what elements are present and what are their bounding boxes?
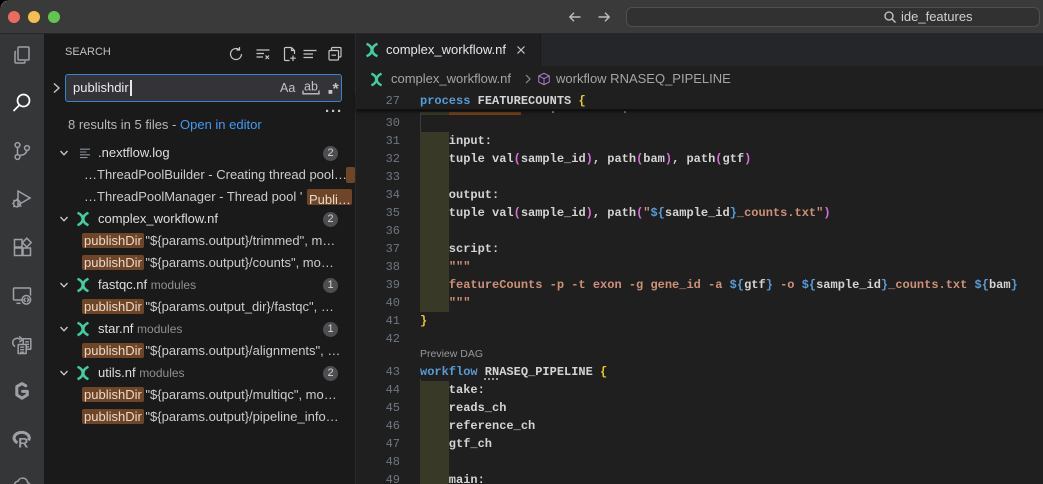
- svg-text:ab: ab: [304, 80, 318, 94]
- svg-text:*: *: [333, 81, 340, 97]
- svg-text:R: R: [18, 435, 28, 451]
